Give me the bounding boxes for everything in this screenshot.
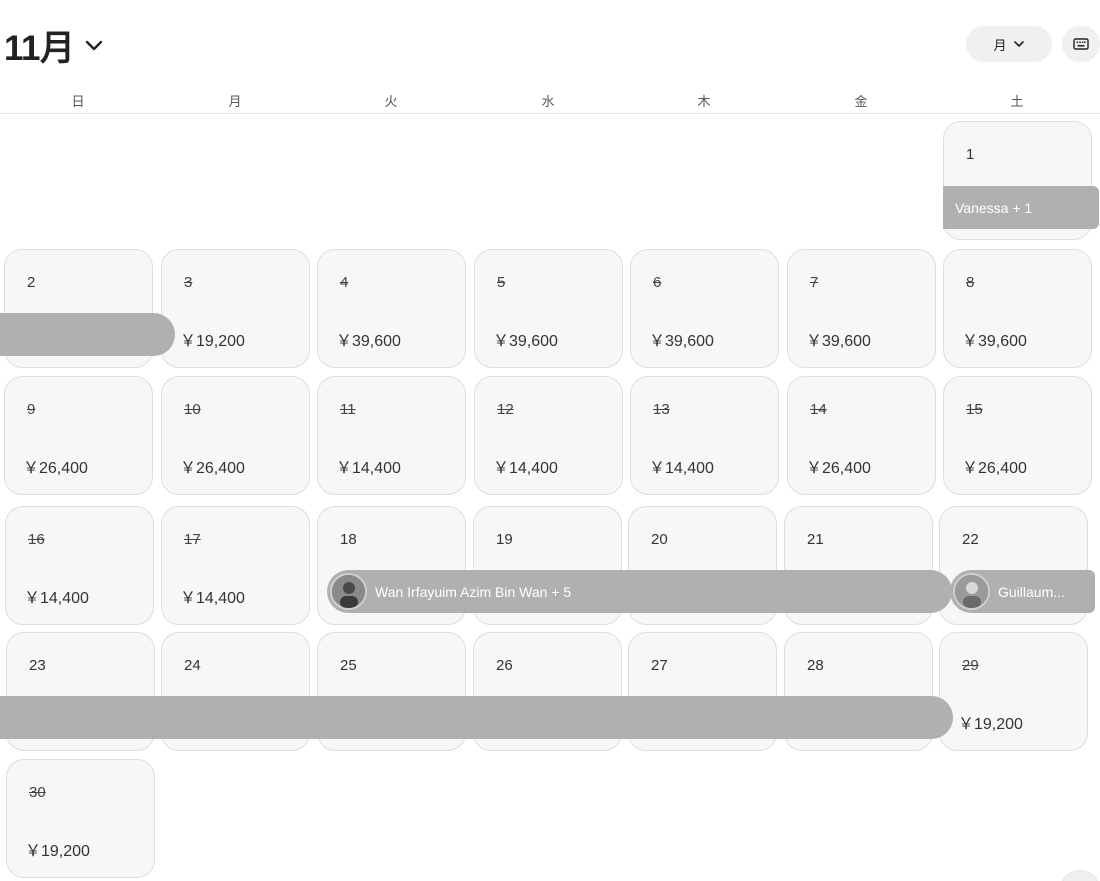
keyboard-icon (1073, 38, 1089, 50)
day-number: 5 (497, 274, 506, 291)
reservation-guest-label: Vanessa + 1 (955, 199, 1033, 216)
weekday-label: 火 (384, 94, 398, 109)
day-number: 12 (497, 401, 514, 418)
day-number: 25 (340, 657, 357, 674)
day-number: 18 (340, 531, 357, 548)
nightly-price: ￥19,200 (180, 333, 245, 350)
day-cell[interactable]: 15 ￥26,400 (943, 376, 1092, 495)
weekday-label: 土 (1010, 94, 1024, 109)
nightly-price: ￥19,200 (958, 716, 1023, 733)
day-number: 23 (29, 657, 46, 674)
day-cell[interactable]: 9 ￥26,400 (4, 376, 153, 495)
day-cell[interactable]: 11 ￥14,400 (317, 376, 466, 495)
nightly-price: ￥14,400 (493, 460, 558, 477)
reservation-bar[interactable] (0, 696, 953, 739)
day-number: 26 (496, 657, 513, 674)
nightly-price: ￥39,600 (806, 333, 871, 350)
day-number: 22 (962, 531, 979, 548)
day-number: 20 (651, 531, 668, 548)
day-number: 30 (29, 784, 46, 801)
nightly-price: ￥39,600 (962, 333, 1027, 350)
reservation-bar[interactable]: Guillaum... (950, 570, 1095, 613)
day-number: 14 (810, 401, 827, 418)
day-cell[interactable]: 10 ￥26,400 (161, 376, 310, 495)
reservation-guest-label: Guillaum... (998, 583, 1065, 600)
nightly-price: ￥14,400 (180, 590, 245, 607)
nightly-price: ￥14,400 (24, 590, 89, 607)
nightly-price: ￥39,600 (336, 333, 401, 350)
day-number: 11 (340, 401, 356, 418)
day-number: 15 (966, 401, 983, 418)
day-number: 4 (340, 274, 349, 291)
nightly-price: ￥14,400 (336, 460, 401, 477)
day-number: 6 (653, 274, 662, 291)
chevron-down-icon[interactable] (82, 33, 106, 57)
day-number: 29 (962, 657, 979, 674)
day-cell[interactable]: 7 ￥39,600 (787, 249, 936, 368)
day-cell[interactable]: 4 ￥39,600 (317, 249, 466, 368)
nightly-price: ￥14,400 (649, 460, 714, 477)
day-number: 13 (653, 401, 670, 418)
day-cell[interactable]: 14 ￥26,400 (787, 376, 936, 495)
calendar-header: 11月 月 (0, 0, 1100, 90)
nightly-price: ￥26,400 (962, 460, 1027, 477)
day-number: 3 (184, 274, 193, 291)
view-mode-label: 月 (993, 37, 1007, 53)
weekday-header: 日 月 火 水 木 金 土 (0, 88, 1100, 114)
day-number: 24 (184, 657, 201, 674)
reservation-bar[interactable] (0, 313, 175, 356)
day-number: 9 (27, 401, 36, 418)
guest-avatar (330, 573, 367, 610)
day-number: 7 (810, 274, 819, 291)
day-number: 2 (27, 274, 36, 291)
weekday-label: 水 (541, 94, 555, 109)
reservation-guest-label: Wan Irfayuim Azim Bin Wan + 5 (375, 583, 572, 600)
month-title[interactable]: 11月 (4, 20, 75, 71)
floating-action-button[interactable] (1060, 870, 1100, 881)
day-number: 19 (496, 531, 513, 548)
day-cell[interactable]: 6 ￥39,600 (630, 249, 779, 368)
day-cell[interactable]: 12 ￥14,400 (474, 376, 623, 495)
day-number: 27 (651, 657, 668, 674)
day-number: 16 (28, 531, 45, 548)
nightly-price: ￥26,400 (180, 460, 245, 477)
day-cell[interactable]: 8 ￥39,600 (943, 249, 1092, 368)
day-number: 28 (807, 657, 824, 674)
weekday-label: 金 (854, 94, 868, 109)
reservation-bar[interactable]: Wan Irfayuim Azim Bin Wan + 5 (327, 570, 952, 613)
guest-avatar (953, 573, 990, 610)
day-number: 10 (184, 401, 201, 418)
view-mode-button[interactable]: 月 (966, 26, 1052, 62)
day-cell[interactable]: 13 ￥14,400 (630, 376, 779, 495)
day-number: 8 (966, 274, 975, 291)
nightly-price: ￥19,200 (25, 843, 90, 860)
weekday-label: 木 (697, 94, 711, 109)
nightly-price: ￥39,600 (493, 333, 558, 350)
day-number: 21 (807, 531, 824, 548)
day-number: 17 (184, 531, 201, 548)
keyboard-shortcuts-button[interactable] (1062, 26, 1100, 62)
weekday-label: 月 (228, 94, 242, 109)
weekday-label: 日 (71, 94, 85, 109)
day-cell[interactable]: 3 ￥19,200 (161, 249, 310, 368)
day-cell[interactable]: 29 ￥19,200 (939, 632, 1088, 751)
reservation-bar[interactable]: Vanessa + 1 (943, 186, 1099, 229)
day-cell[interactable]: 30 ￥19,200 (6, 759, 155, 878)
chevron-down-icon (1013, 41, 1024, 47)
nightly-price: ￥26,400 (23, 460, 88, 477)
nightly-price: ￥39,600 (649, 333, 714, 350)
day-number: 1 (966, 146, 975, 163)
day-cell[interactable]: 17 ￥14,400 (161, 506, 310, 625)
nightly-price: ￥26,400 (806, 460, 871, 477)
day-cell[interactable]: 5 ￥39,600 (474, 249, 623, 368)
day-cell[interactable]: 16 ￥14,400 (5, 506, 154, 625)
